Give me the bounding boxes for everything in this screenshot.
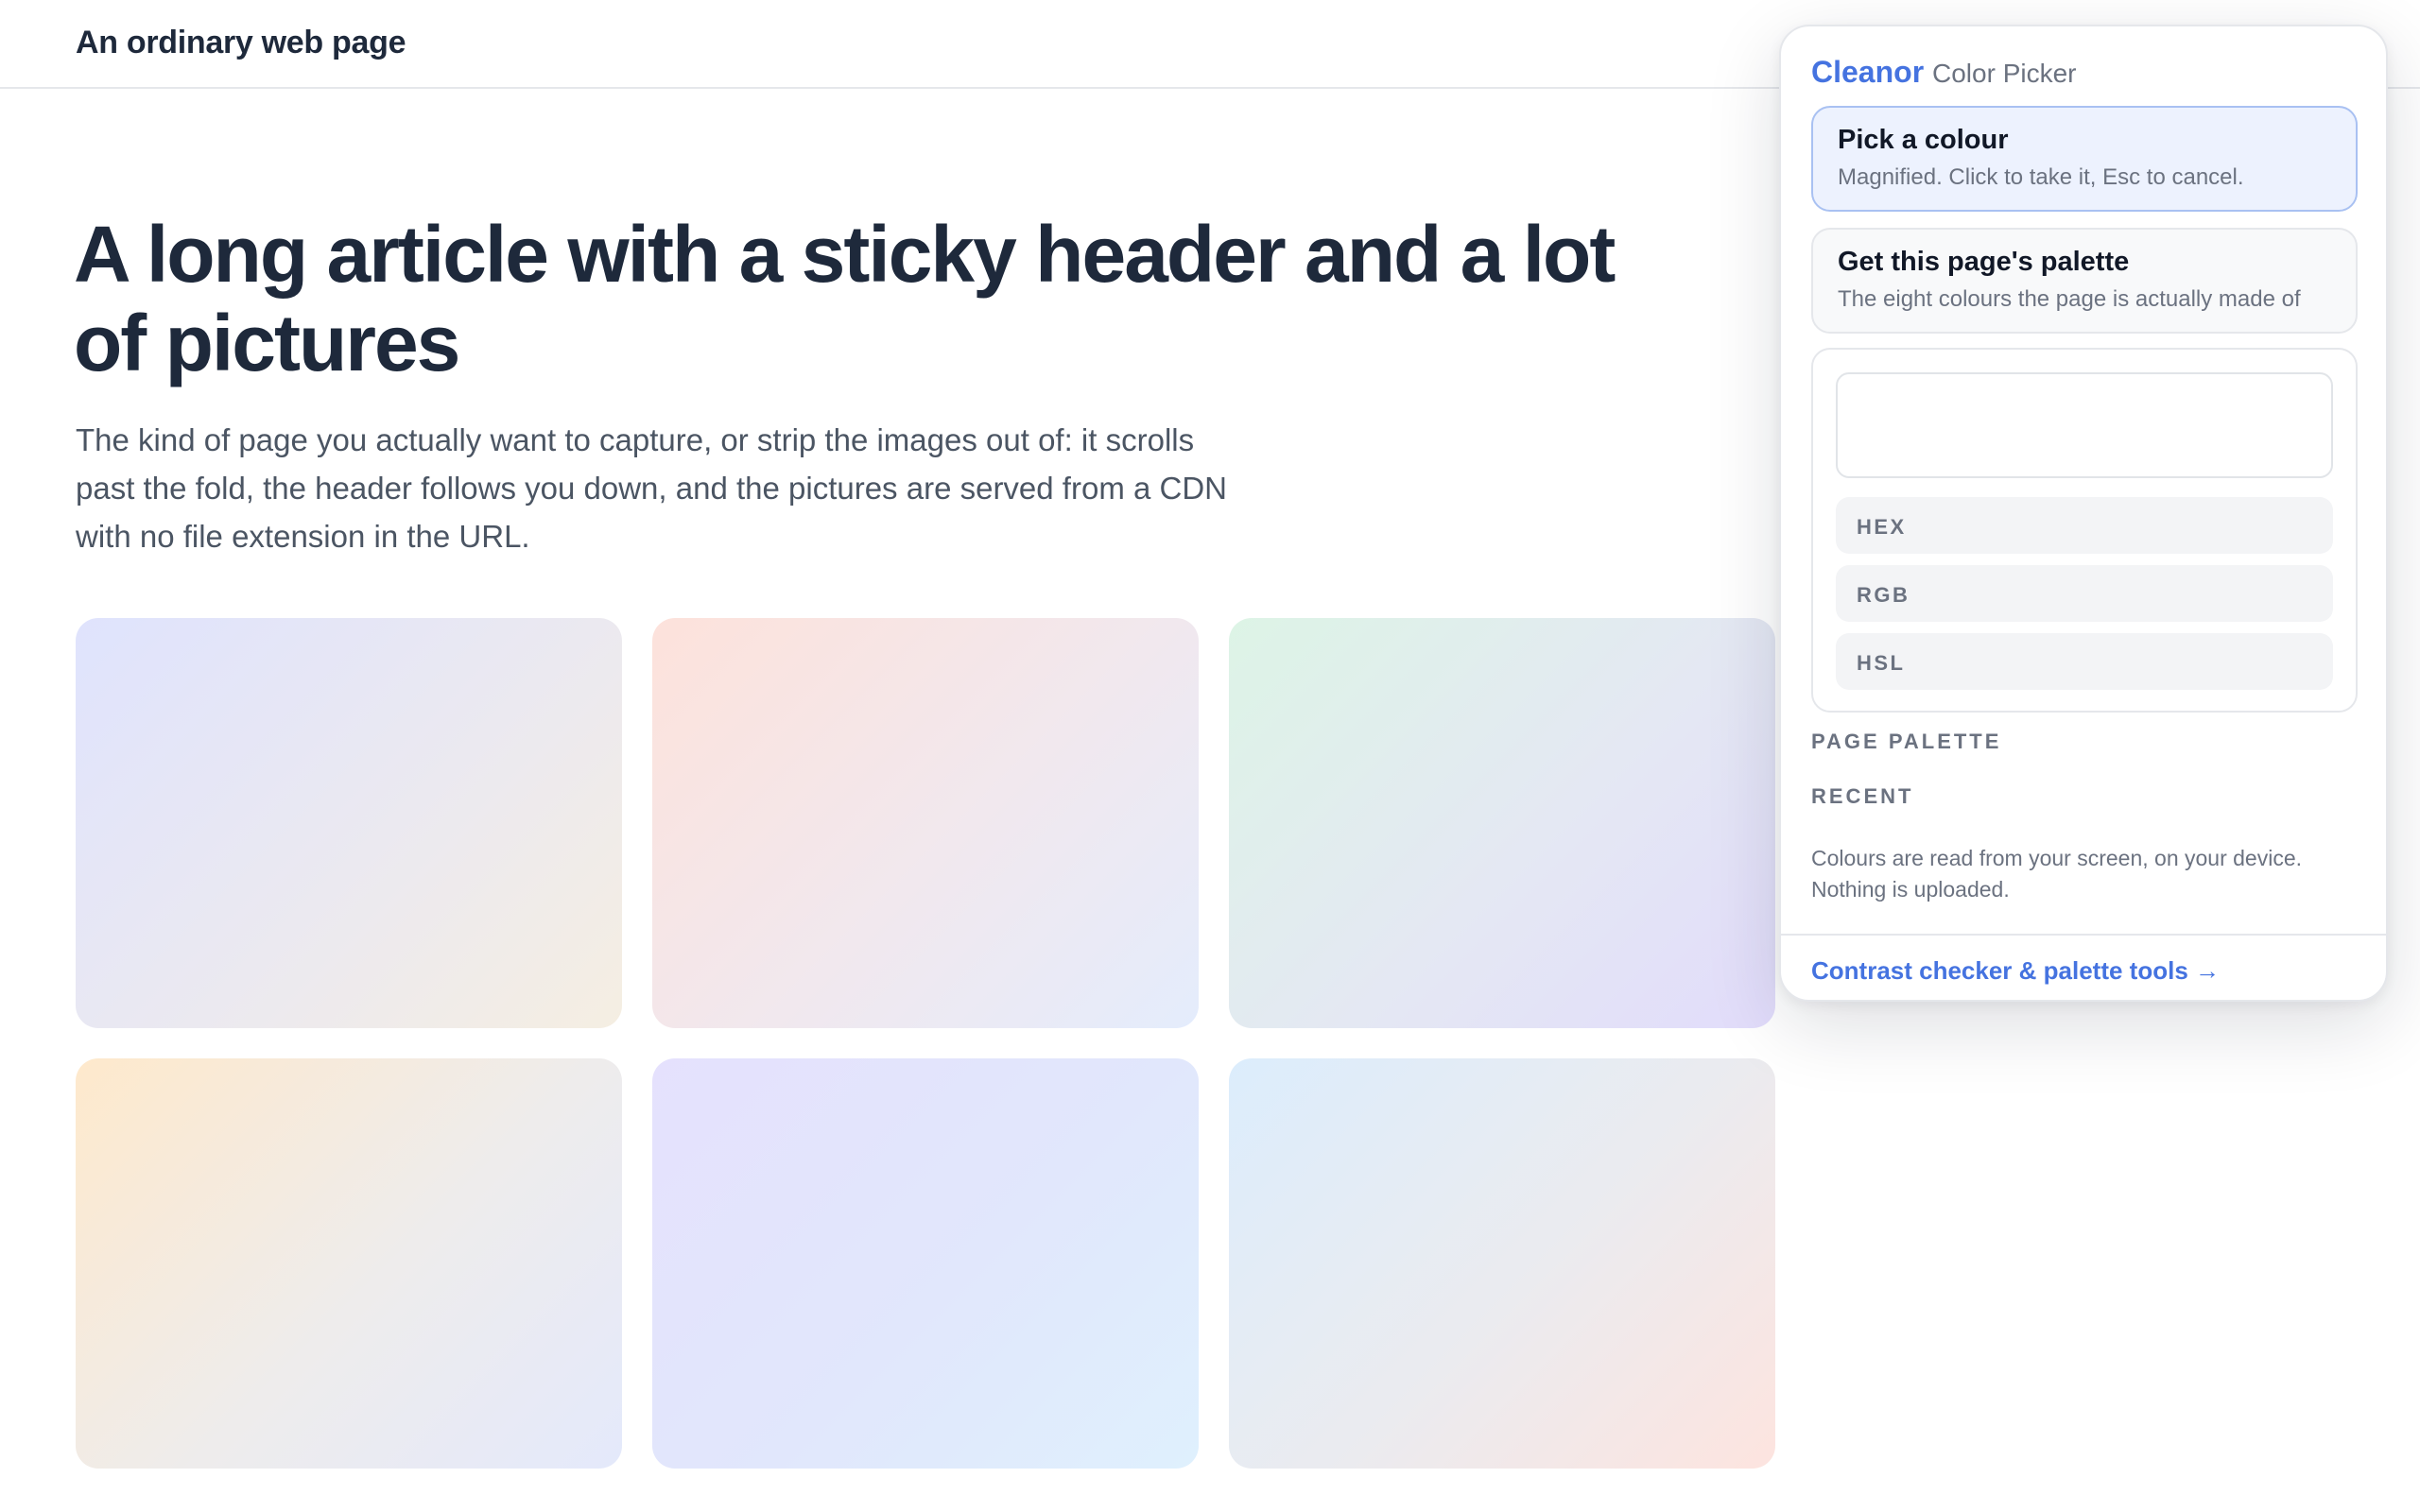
article-intro: The kind of page you actually want to ca… — [76, 422, 1227, 554]
rgb-value-row[interactable]: RGB — [1836, 565, 2333, 622]
pick-colour-title: Pick a colour — [1838, 125, 2009, 155]
site-title[interactable]: An ordinary web page — [76, 25, 406, 61]
privacy-note: Colours are read from your screen, on yo… — [1811, 846, 2303, 902]
rgb-label: RGB — [1857, 583, 1910, 607]
page-palette-heading: PAGE PALETTE — [1811, 730, 2002, 753]
hex-value-row[interactable]: HEX — [1836, 497, 2333, 554]
pick-colour-description: Magnified. Click to take it, Esc to canc… — [1838, 164, 2244, 190]
article-image — [1229, 1058, 1775, 1469]
contrast-checker-link[interactable]: Contrast checker & palette tools → — [1811, 956, 2220, 986]
colour-result-box: HEX RGB HSL — [1811, 348, 2358, 713]
article-image — [76, 618, 622, 1028]
page-palette-button[interactable]: Get this page's palette The eight colour… — [1811, 228, 2358, 334]
hsl-value-row[interactable]: HSL — [1836, 633, 2333, 690]
hex-label: HEX — [1857, 515, 1907, 539]
pick-colour-button[interactable]: Pick a colour Magnified. Click to take i… — [1811, 106, 2358, 212]
footer-divider — [1781, 934, 2386, 936]
article-image — [652, 1058, 1199, 1469]
panel-subtitle: Color Picker — [1932, 59, 2077, 88]
page-palette-description: The eight colours the page is actually m… — [1838, 286, 2301, 312]
article-image — [76, 1058, 622, 1469]
brand-name: Cleanor — [1811, 55, 1925, 89]
article-title: A long article with a sticky header and … — [74, 210, 1616, 387]
hsl-label: HSL — [1857, 651, 1906, 675]
page-palette-title: Get this page's palette — [1838, 247, 2130, 277]
article-image — [1229, 618, 1775, 1028]
colour-swatch-preview — [1836, 372, 2333, 478]
recent-heading: RECENT — [1811, 784, 1914, 808]
image-grid — [76, 618, 1775, 1469]
color-picker-panel: Cleanor Color Picker Pick a colour Magni… — [1779, 25, 2388, 1002]
article-image — [652, 618, 1199, 1028]
